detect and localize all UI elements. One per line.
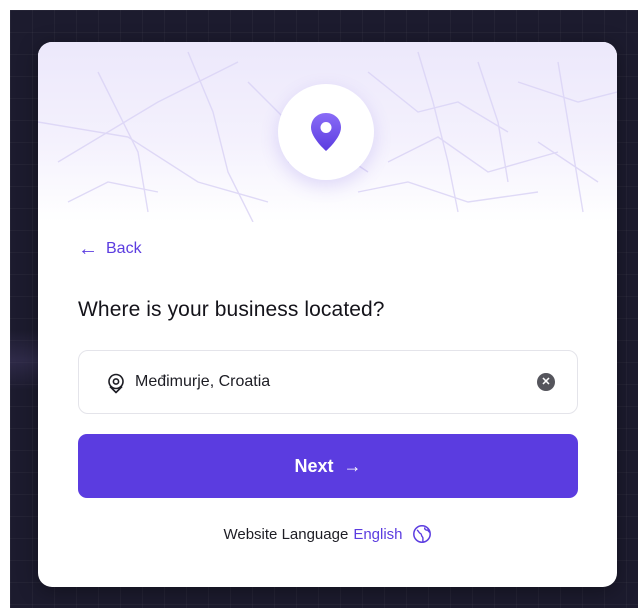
arrow-right-icon: → (343, 455, 362, 476)
location-pin-icon (311, 113, 341, 151)
page-title: Where is your business located? (78, 298, 385, 321)
back-label: Back (106, 240, 142, 257)
language-row: Website Language English (38, 522, 617, 546)
arrow-left-icon: ← (78, 238, 98, 260)
clear-circle-icon[interactable]: ✕ (537, 373, 555, 391)
map-hero (38, 42, 617, 222)
language-prefix: Website Language (223, 525, 349, 543)
next-button-label: Next (294, 455, 334, 476)
language-select-link[interactable]: English (353, 526, 402, 543)
location-input[interactable]: Međimurje, Croatia ✕ (78, 350, 578, 414)
next-button[interactable]: Next → (78, 434, 578, 498)
location-pin-outline-icon (108, 373, 124, 394)
location-badge (278, 84, 374, 180)
location-input-value: Međimurje, Croatia (135, 373, 271, 390)
back-button[interactable]: ← Back (78, 237, 142, 261)
globe-icon[interactable] (412, 524, 432, 544)
location-card: ← Back Where is your business located? M… (38, 42, 617, 587)
